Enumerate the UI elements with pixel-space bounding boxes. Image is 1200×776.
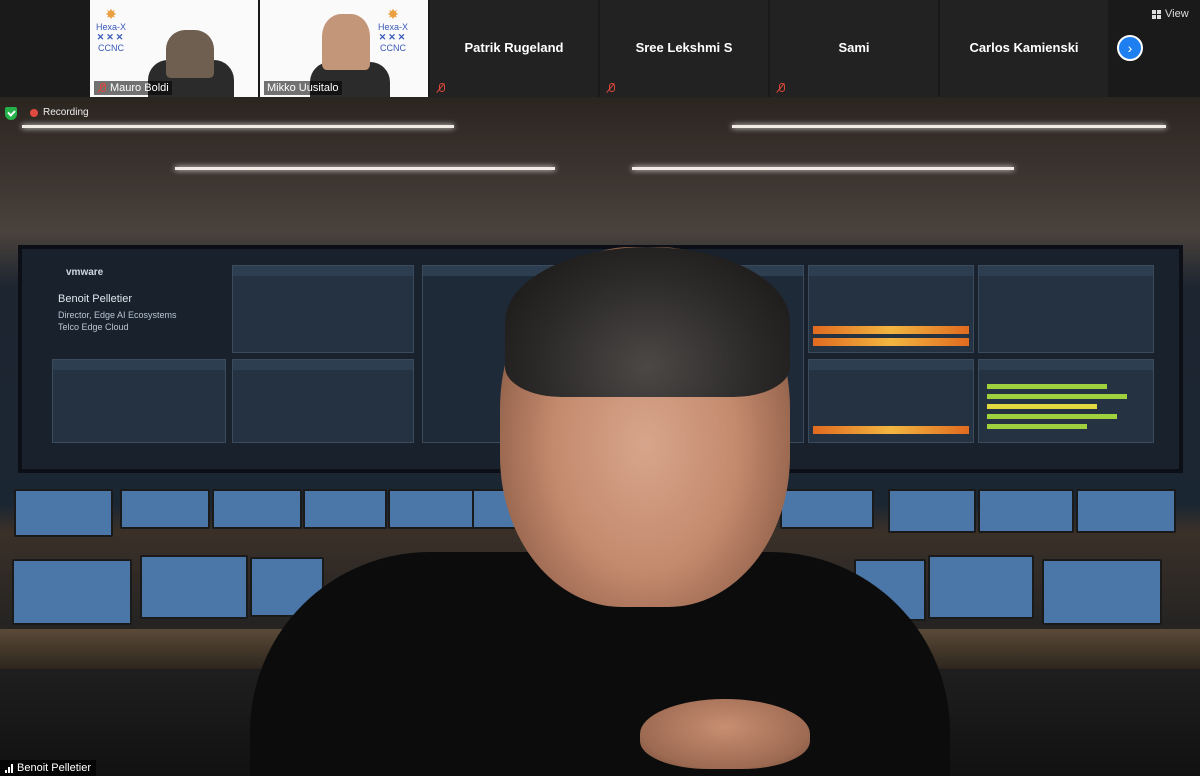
wall-panel [808,265,974,353]
participant-name: Patrik Rugeland [464,40,564,55]
desk-monitor [888,489,976,533]
wall-panel [978,359,1154,443]
view-button[interactable]: View [1152,8,1189,20]
participant-tile-sree[interactable]: Sree Lekshmi S [600,0,768,97]
record-icon [30,108,38,117]
desk-monitor [12,559,132,625]
participant-strip: ✸ Hexa-X ✕✕✕ CCNC Mauro Boldi ✸ Hexa-X ✕… [0,0,1200,97]
speaker-hand [640,699,810,769]
desk-monitor [1042,559,1162,625]
desk-monitor [14,489,113,537]
active-speaker-video: vmware Benoit Pelletier Director, Edge A… [0,97,1200,776]
participant-tile-patrik[interactable]: Patrik Rugeland [430,0,598,97]
participant-tile-mikko[interactable]: ✸ Hexa-X ✕✕✕ CCNC Mikko Uusitalo [260,0,428,97]
wall-speaker-role: Director, Edge AI Ecosystems Telco Edge … [58,310,177,333]
recording-indicator[interactable]: Recording [30,107,89,118]
ceiling-light [632,167,1014,170]
signal-strength-icon [5,763,13,773]
participant-tile-carlos[interactable]: Carlos Kamienski [940,0,1108,97]
hexa-x-logo: ✸ Hexa-X ✕✕✕ CCNC [96,6,127,53]
wall-panel [808,359,974,443]
desk-monitor [1076,489,1176,533]
active-speaker-name-label: Benoit Pelletier [0,760,96,776]
desk-monitor [212,489,302,529]
grid-icon [1152,9,1161,19]
chevron-right-icon: › [1127,40,1133,56]
wall-panel [232,265,414,353]
ceiling-light [732,125,1166,128]
desk-monitor [140,555,248,619]
desk-monitor [388,489,474,529]
desk-monitor [120,489,210,529]
hexa-x-logo: ✸ Hexa-X ✕✕✕ CCNC [378,6,409,53]
mic-muted-icon [606,83,616,93]
wall-brand-logo: vmware [66,267,104,278]
participant-name: Sree Lekshmi S [635,40,733,55]
participant-name-label: Mauro Boldi [94,81,172,95]
wall-panel [232,359,414,443]
desk-monitor [780,489,874,529]
next-page-button[interactable]: › [1117,35,1143,61]
ceiling-light [22,125,454,128]
participant-tile-sami[interactable]: Sami [770,0,938,97]
participant-face [166,30,214,78]
encryption-shield-icon[interactable] [5,107,17,120]
participant-tile-mauro[interactable]: ✸ Hexa-X ✕✕✕ CCNC Mauro Boldi [90,0,258,97]
participant-face [322,14,370,70]
desk-monitor [928,555,1034,619]
participant-name-label: Mikko Uusitalo [264,81,342,95]
mic-muted-icon [776,83,786,93]
mic-muted-icon [436,83,446,93]
wall-panel [52,359,226,443]
participant-name: Sami [838,40,870,55]
desk-monitor [978,489,1074,533]
wall-panel [978,265,1154,353]
mic-muted-icon [97,83,107,93]
ceiling-light [175,167,555,170]
wall-speaker-name: Benoit Pelletier [58,293,132,305]
speaker-hair [505,247,790,397]
participant-name: Carlos Kamienski [969,40,1079,55]
desk-monitor [303,489,387,529]
